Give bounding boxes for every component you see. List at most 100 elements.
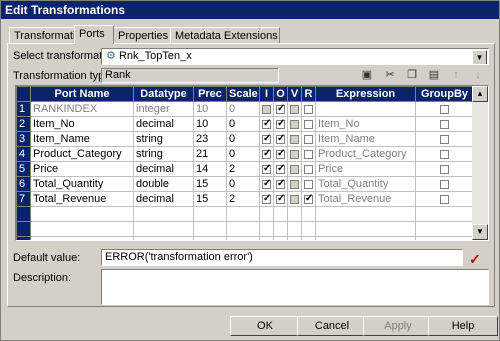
variable-flag[interactable] — [287, 176, 302, 192]
port-name-cell[interactable]: Total_Quantity — [30, 176, 134, 192]
col-port-name[interactable]: Port Name — [30, 86, 134, 102]
scale-cell[interactable]: 0 — [226, 131, 260, 147]
scale-cell[interactable]: 2 — [226, 161, 260, 177]
groupby-flag-checkbox[interactable] — [440, 179, 449, 189]
rank-flag-checkbox[interactable] — [304, 164, 313, 174]
output-flag[interactable] — [273, 161, 288, 177]
input-flag[interactable] — [259, 161, 274, 177]
rank-flag[interactable] — [301, 146, 316, 162]
variable-flag-checkbox[interactable] — [290, 119, 299, 129]
groupby-flag[interactable] — [415, 116, 474, 132]
variable-flag[interactable] — [287, 161, 302, 177]
prec-cell[interactable]: 15 — [193, 191, 227, 207]
col-rank[interactable]: R — [301, 86, 316, 102]
table-row[interactable]: 2Item_Nodecimal100Item_No — [16, 116, 474, 132]
copy-icon[interactable]: ❐ — [404, 67, 420, 83]
rank-flag[interactable] — [301, 101, 316, 117]
port-name-cell[interactable]: Item_Name — [30, 131, 134, 147]
scroll-up-icon[interactable]: ▲ — [472, 86, 488, 102]
chevron-down-icon[interactable]: ▼ — [472, 50, 487, 64]
scale-cell[interactable]: 0 — [226, 146, 260, 162]
input-flag-checkbox[interactable] — [262, 104, 271, 114]
groupby-flag-checkbox[interactable] — [440, 134, 449, 144]
col-prec[interactable]: Prec — [193, 86, 227, 102]
input-flag[interactable] — [259, 101, 274, 117]
output-flag[interactable] — [273, 116, 288, 132]
prec-cell[interactable]: 14 — [193, 161, 227, 177]
row-number[interactable]: 1 — [16, 101, 31, 117]
prec-cell[interactable]: 23 — [193, 131, 227, 147]
rank-flag[interactable] — [301, 116, 316, 132]
datatype-cell[interactable]: string — [133, 131, 194, 147]
tab-metadata-extensions[interactable]: Metadata Extensions — [170, 27, 280, 43]
input-flag[interactable] — [259, 191, 274, 207]
expression-cell[interactable]: Item_No — [315, 116, 416, 132]
variable-flag-checkbox[interactable] — [290, 164, 299, 174]
output-flag-checkbox[interactable] — [276, 133, 285, 144]
variable-flag[interactable] — [287, 131, 302, 147]
output-flag[interactable] — [273, 101, 288, 117]
scale-cell[interactable]: 2 — [226, 191, 260, 207]
cut-icon[interactable]: ✂ — [382, 67, 398, 83]
datatype-cell[interactable]: double — [133, 176, 194, 192]
datatype-cell[interactable]: string — [133, 146, 194, 162]
expression-cell[interactable] — [315, 101, 416, 117]
rank-flag-checkbox[interactable] — [304, 149, 313, 159]
groupby-flag-checkbox[interactable] — [440, 104, 449, 114]
table-row[interactable]: 1 RANKINDEX integer 10 0 — [16, 101, 474, 117]
input-flag-checkbox[interactable] — [262, 148, 271, 159]
variable-flag[interactable] — [287, 191, 302, 207]
input-flag[interactable] — [259, 176, 274, 192]
variable-flag-checkbox[interactable] — [290, 104, 299, 114]
input-flag-checkbox[interactable] — [262, 178, 271, 189]
expression-cell[interactable]: Item_Name — [315, 131, 416, 147]
datatype-cell[interactable]: decimal — [133, 116, 194, 132]
variable-flag[interactable] — [287, 146, 302, 162]
rank-flag-checkbox[interactable] — [304, 179, 313, 189]
scale-cell[interactable]: 0 — [226, 101, 260, 117]
tab-ports[interactable]: Ports — [74, 25, 114, 44]
input-flag-checkbox[interactable] — [262, 133, 271, 144]
table-row[interactable]: 6Total_Quantitydouble150Total_Quantity — [16, 176, 474, 192]
prec-cell[interactable]: 10 — [193, 101, 227, 117]
scale-cell[interactable]: 0 — [226, 116, 260, 132]
col-output[interactable]: O — [273, 86, 288, 102]
help-button[interactable]: Help — [428, 316, 498, 336]
output-flag[interactable] — [273, 191, 288, 207]
datatype-cell[interactable]: decimal — [133, 191, 194, 207]
ok-button[interactable]: OK — [230, 316, 300, 336]
rank-flag[interactable] — [301, 131, 316, 147]
col-groupby[interactable]: GroupBy — [415, 86, 474, 102]
row-number[interactable]: 7 — [16, 191, 31, 207]
tab-properties[interactable]: Properties — [113, 27, 171, 43]
row-number[interactable]: 4 — [16, 146, 31, 162]
port-name-cell[interactable]: Item_No — [30, 116, 134, 132]
groupby-flag-checkbox[interactable] — [440, 149, 449, 159]
cancel-button[interactable]: Cancel — [297, 316, 367, 336]
output-flag-checkbox[interactable] — [276, 118, 285, 129]
col-scale[interactable]: Scale — [226, 86, 260, 102]
rank-flag[interactable] — [301, 161, 316, 177]
description-field[interactable] — [101, 269, 489, 305]
variable-flag[interactable] — [287, 101, 302, 117]
output-flag-checkbox[interactable] — [276, 178, 285, 189]
output-flag-checkbox[interactable] — [276, 193, 285, 204]
groupby-flag[interactable] — [415, 161, 474, 177]
variable-flag[interactable] — [287, 116, 302, 132]
rank-flag-checkbox[interactable] — [304, 119, 313, 129]
row-number[interactable]: 3 — [16, 131, 31, 147]
groupby-flag-checkbox[interactable] — [440, 194, 449, 204]
row-number[interactable]: 2 — [16, 116, 31, 132]
input-flag-checkbox[interactable] — [262, 118, 271, 129]
col-variable[interactable]: V — [287, 86, 302, 102]
table-row[interactable]: 7Total_Revenuedecimal152Total_Revenue — [16, 191, 474, 207]
input-flag-checkbox[interactable] — [262, 193, 271, 204]
variable-flag-checkbox[interactable] — [290, 149, 299, 159]
variable-flag-checkbox[interactable] — [290, 134, 299, 144]
prec-cell[interactable]: 15 — [193, 176, 227, 192]
rank-flag-checkbox[interactable] — [304, 104, 313, 114]
groupby-flag[interactable] — [415, 176, 474, 192]
table-row[interactable]: 5Pricedecimal142Price — [16, 161, 474, 177]
rank-flag[interactable] — [301, 176, 316, 192]
output-flag-checkbox[interactable] — [276, 163, 285, 174]
